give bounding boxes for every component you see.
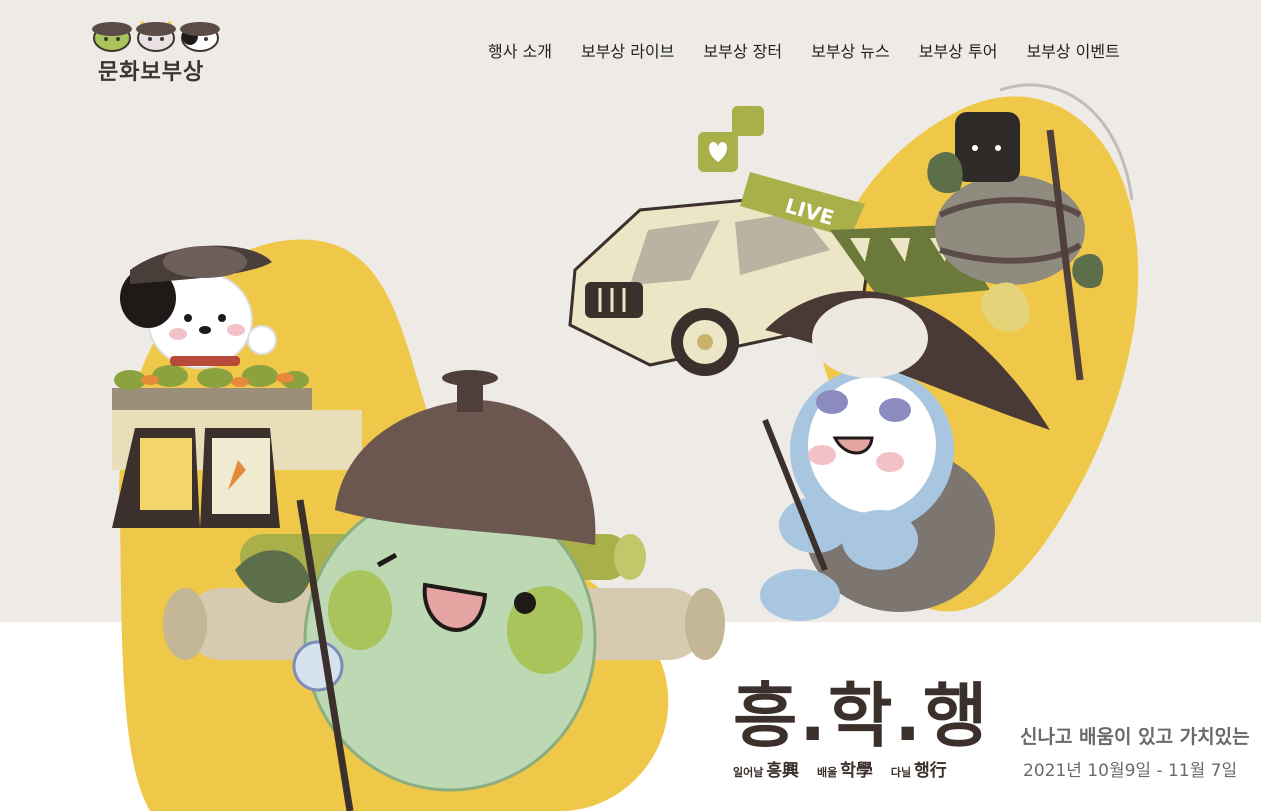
logo-mascots-icon bbox=[92, 20, 220, 52]
nav-item-tour[interactable]: 보부상 투어 bbox=[919, 38, 998, 62]
hero-tagline: 신나고 배움이 있고 가치있는 bbox=[1020, 726, 1250, 748]
hero-title: 흥.학.행 bbox=[733, 675, 990, 757]
subtitle-big: 학學 bbox=[840, 761, 873, 781]
nav-item-event-intro[interactable]: 행사 소개 bbox=[488, 38, 552, 62]
subtitle-big: 흥興 bbox=[766, 761, 800, 781]
subtitle-hak: 배울 학學 bbox=[817, 756, 873, 781]
nav-item-market[interactable]: 보부상 장터 bbox=[703, 38, 782, 62]
hero-illustration: LIVE bbox=[112, 83, 1139, 811]
hero-subtitles: 일어날 흥興 배울 학學 다닐 행行 bbox=[733, 756, 947, 781]
nav-item-live[interactable]: 보부상 라이브 bbox=[581, 38, 674, 62]
logo-text: 문화보부상 bbox=[98, 60, 205, 85]
event-date: 2021년 10월9일 - 11월 7일 bbox=[1023, 761, 1238, 781]
subtitle-small: 배울 bbox=[817, 766, 838, 779]
main-nav: 행사 소개 보부상 라이브 보부상 장터 보부상 뉴스 보부상 투어 보부상 이… bbox=[488, 38, 1120, 62]
subtitle-haeng: 다닐 행行 bbox=[891, 756, 947, 781]
subtitle-small: 다닐 bbox=[890, 766, 912, 779]
nav-item-news[interactable]: 보부상 뉴스 bbox=[811, 38, 890, 62]
subtitle-small: 일어날 bbox=[733, 766, 764, 779]
nav-item-event[interactable]: 보부상 이벤트 bbox=[1026, 38, 1119, 62]
like-bubble bbox=[732, 106, 764, 136]
site-logo[interactable]: 문화보부상 bbox=[88, 10, 228, 86]
subtitle-heung: 일어날 흥興 bbox=[733, 756, 799, 781]
subtitle-big: 행行 bbox=[914, 761, 947, 781]
